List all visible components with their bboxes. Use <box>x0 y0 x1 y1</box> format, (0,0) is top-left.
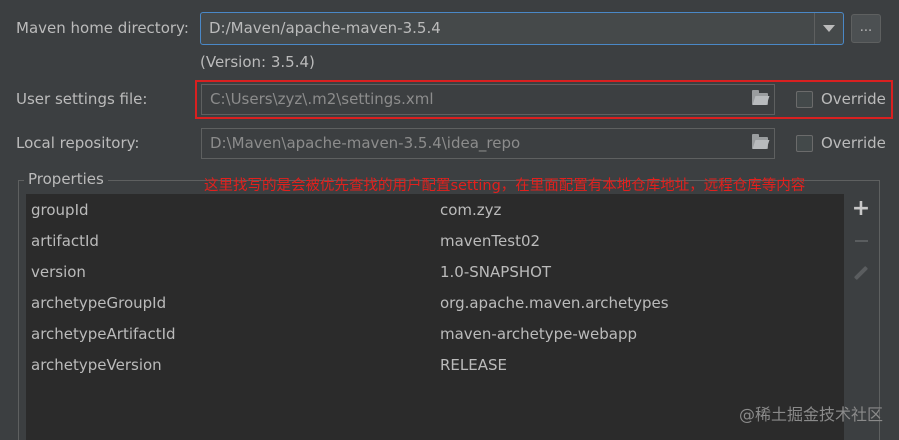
table-row[interactable]: archetypeArtifactId maven-archetype-weba… <box>26 318 844 349</box>
property-value: 1.0-SNAPSHOT <box>440 263 552 281</box>
property-value: RELEASE <box>440 356 507 374</box>
property-value: mavenTest02 <box>440 232 541 250</box>
property-key: version <box>31 263 86 281</box>
table-row[interactable]: groupId com.zyz <box>26 194 844 225</box>
property-value: com.zyz <box>440 201 502 219</box>
highlight-annotation-box <box>195 80 893 119</box>
edit-property-button[interactable] <box>850 262 872 284</box>
property-key: archetypeGroupId <box>31 294 167 312</box>
override-checkbox[interactable] <box>796 134 813 152</box>
properties-title: Properties <box>24 170 108 188</box>
add-property-button[interactable]: + <box>850 198 872 220</box>
folder-icon[interactable] <box>752 134 768 149</box>
local-repo-value: D:\Maven\apache-maven-3.5.4\idea_repo <box>210 134 521 152</box>
minus-icon <box>854 240 868 242</box>
browse-maven-home-button[interactable]: ... <box>851 14 881 43</box>
property-key: archetypeArtifactId <box>31 325 176 343</box>
pencil-icon <box>853 265 869 281</box>
maven-home-value[interactable]: D:/Maven/apache-maven-3.5.4 <box>201 13 814 44</box>
maven-version-text: (Version: 3.5.4) <box>200 53 315 71</box>
table-row[interactable]: archetypeVersion RELEASE <box>26 349 844 380</box>
property-key: groupId <box>31 201 89 219</box>
dropdown-button[interactable] <box>814 13 843 44</box>
properties-table[interactable]: groupId com.zyz artifactId mavenTest02 v… <box>26 194 844 440</box>
property-key: artifactId <box>31 232 99 250</box>
maven-home-label: Maven home directory: <box>16 19 189 37</box>
table-row[interactable]: archetypeGroupId org.apache.maven.archet… <box>26 287 844 318</box>
table-row[interactable]: artifactId mavenTest02 <box>26 225 844 256</box>
override-label: Override <box>821 134 886 152</box>
red-annotation-text: 这里找写的是会被优先查找的用户配置setting，在里面配置有本地仓库地址，远程… <box>204 178 806 194</box>
local-repo-label: Local repository: <box>16 134 140 152</box>
property-key: archetypeVersion <box>31 356 162 374</box>
watermark: @稀土掘金技术社区 <box>738 405 883 424</box>
local-repo-field[interactable]: D:\Maven\apache-maven-3.5.4\idea_repo <box>201 128 775 159</box>
local-repo-override[interactable]: Override <box>796 134 886 152</box>
remove-property-button[interactable] <box>850 230 872 252</box>
property-value: org.apache.maven.archetypes <box>440 294 669 312</box>
table-row[interactable]: version 1.0-SNAPSHOT <box>26 256 844 287</box>
property-value: maven-archetype-webapp <box>440 325 638 343</box>
plus-icon: + <box>851 196 871 221</box>
chevron-down-icon <box>823 25 835 32</box>
maven-home-combobox[interactable]: D:/Maven/apache-maven-3.5.4 <box>200 12 844 45</box>
user-settings-label: User settings file: <box>16 90 148 108</box>
